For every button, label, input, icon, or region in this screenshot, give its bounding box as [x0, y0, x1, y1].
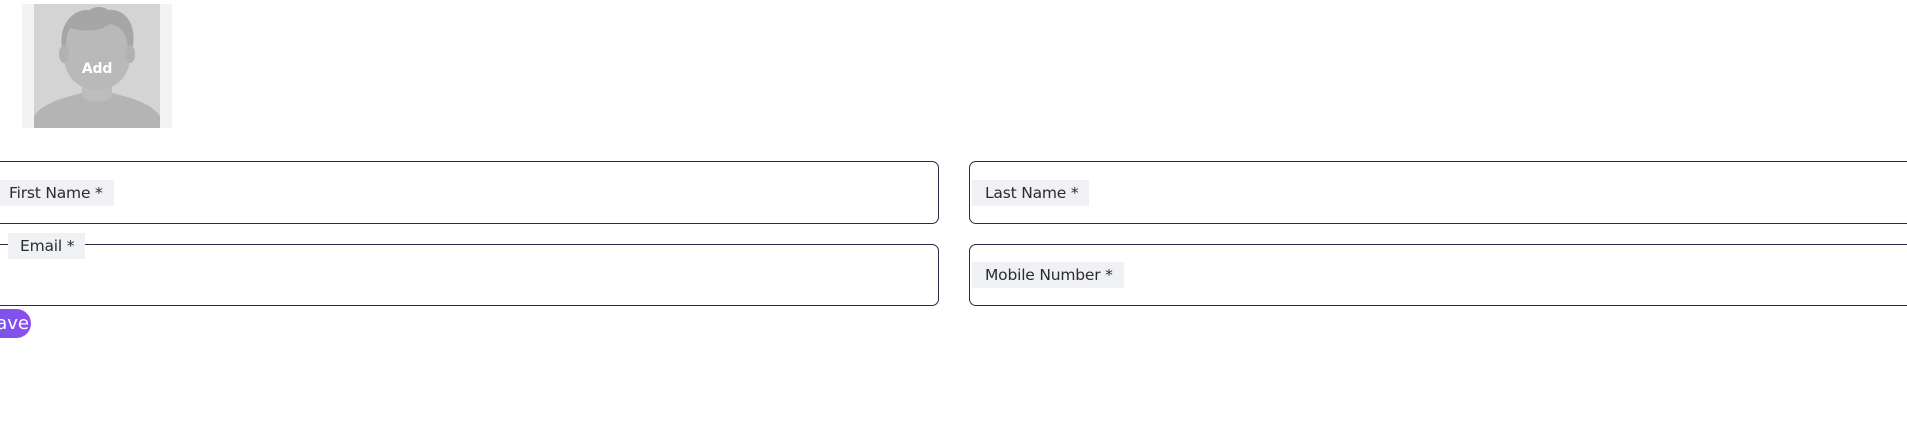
avatar-add-label[interactable]: Add [34, 61, 160, 77]
last-name-field[interactable]: Last Name * [969, 161, 1907, 224]
last-name-input[interactable] [984, 189, 1907, 215]
email-label: Email * [8, 233, 86, 259]
save-button-label: Save [0, 313, 29, 334]
email-input[interactable] [1, 271, 924, 297]
avatar-placeholder[interactable]: Add [34, 4, 160, 128]
email-field[interactable]: Email * [0, 233, 939, 306]
first-name-field[interactable]: First Name * [0, 161, 939, 224]
avatar-upload[interactable]: Add [22, 4, 172, 128]
first-name-input[interactable] [1, 189, 924, 215]
mobile-number-field[interactable]: Mobile Number * [969, 244, 1907, 306]
save-button[interactable]: Save [0, 309, 31, 338]
profile-form-page: Add First Name * Last Name * Email * Mob… [0, 0, 1907, 433]
mobile-number-input[interactable] [984, 271, 1907, 297]
